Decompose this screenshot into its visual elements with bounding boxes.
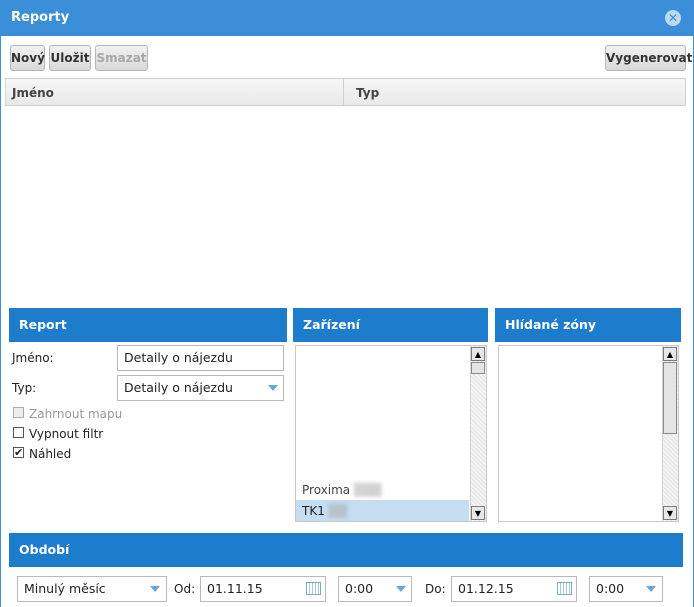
zones-list[interactable] bbox=[498, 345, 679, 522]
from-time-value: 0:00 bbox=[345, 581, 374, 596]
close-icon[interactable]: ✕ bbox=[665, 10, 681, 26]
chevron-down-icon[interactable] bbox=[646, 586, 656, 592]
zones-panel-header: Hlídané zóny bbox=[495, 308, 681, 342]
scroll-up-icon[interactable]: ▲ bbox=[663, 347, 677, 361]
disable-filter-label: Vypnout filtr bbox=[29, 427, 104, 441]
report-panel-header: Report bbox=[9, 308, 287, 342]
chevron-down-icon[interactable] bbox=[268, 385, 278, 391]
to-label: Do: bbox=[425, 582, 446, 596]
type-select[interactable]: Detaily o nájezdu bbox=[117, 375, 284, 401]
window-title: Reporty bbox=[11, 10, 70, 25]
scroll-up-icon[interactable]: ▲ bbox=[471, 347, 485, 361]
new-button[interactable]: Nový bbox=[10, 45, 45, 71]
calendar-icon[interactable] bbox=[557, 582, 572, 595]
chevron-down-icon[interactable] bbox=[150, 586, 160, 592]
device-item-label: Proxima bbox=[302, 483, 351, 497]
devices-panel-header: Zařízení bbox=[293, 308, 488, 342]
title-bar bbox=[0, 0, 694, 36]
generate-button[interactable]: Vygenerovat bbox=[605, 45, 692, 71]
to-time-value: 0:00 bbox=[596, 581, 625, 596]
report-grid-header bbox=[5, 78, 686, 106]
scroll-down-icon[interactable]: ▼ bbox=[471, 506, 485, 520]
include-map-label: Zahrnout mapu bbox=[29, 407, 123, 421]
calendar-icon[interactable] bbox=[306, 582, 321, 595]
preview-checkbox[interactable]: ✔ bbox=[13, 447, 24, 458]
type-select-value: Detaily o nájezdu bbox=[124, 380, 233, 395]
column-divider bbox=[343, 79, 344, 106]
report-grid-body[interactable] bbox=[5, 106, 686, 302]
device-item[interactable]: Proxima ▒▒▒ bbox=[302, 483, 382, 497]
save-button[interactable]: Uložit bbox=[49, 45, 91, 71]
scroll-down-icon[interactable]: ▼ bbox=[663, 506, 677, 520]
column-header-type[interactable]: Typ bbox=[356, 86, 379, 100]
disable-filter-checkbox[interactable] bbox=[13, 427, 24, 438]
name-input[interactable]: Detaily o nájezdu bbox=[117, 345, 284, 371]
chevron-down-icon[interactable] bbox=[396, 586, 406, 592]
column-header-name[interactable]: Jméno bbox=[12, 86, 54, 100]
preview-label: Náhled bbox=[29, 447, 72, 461]
scroll-thumb[interactable] bbox=[471, 362, 485, 374]
device-item-label: TK1 bbox=[302, 504, 325, 518]
scroll-thumb[interactable] bbox=[663, 362, 677, 434]
from-label: Od: bbox=[174, 582, 196, 596]
period-select[interactable]: Minulý měsíc bbox=[17, 576, 167, 602]
name-label: Jméno: bbox=[12, 351, 54, 365]
period-panel-header: Období bbox=[9, 533, 683, 567]
device-item-selected-label: TK1 ▒▒ bbox=[302, 504, 348, 518]
period-select-value: Minulý měsíc bbox=[24, 581, 106, 596]
delete-button[interactable]: Smazat bbox=[95, 45, 148, 71]
include-map-checkbox[interactable] bbox=[13, 407, 24, 418]
type-label: Typ: bbox=[12, 381, 37, 395]
